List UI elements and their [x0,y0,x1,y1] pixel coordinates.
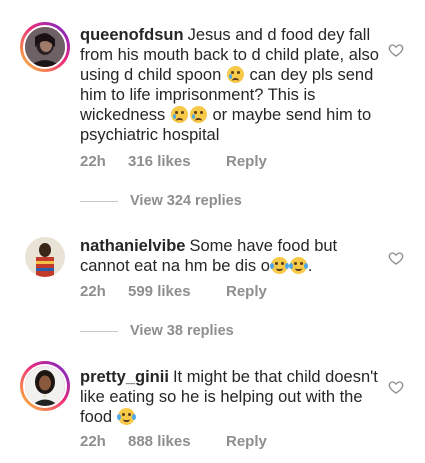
comment-meta: 22h 316 likes Reply [80,153,267,170]
crying-face-emoji [170,106,188,123]
crying-face-emoji [226,66,244,83]
view-replies-button[interactable]: View 324 replies [80,193,242,209]
avatar-photo [23,364,67,408]
reply-button[interactable]: Reply [226,153,267,170]
comment-meta: 22h 888 likes Reply [80,433,267,450]
comment-likes[interactable]: 599 likes [128,283,226,300]
comments-list: queenofdsun Jesus and d food dey fall fro… [0,0,425,463]
divider [80,330,118,332]
comment-username[interactable]: queenofdsun [80,26,184,44]
divider [80,200,118,202]
avatar-photo [23,235,67,279]
face-with-tears-of-joy-emoji [288,257,308,274]
avatar[interactable] [20,361,70,411]
view-replies-label: View 324 replies [130,193,242,209]
comment-username[interactable]: nathanielvibe [80,237,185,255]
reply-button[interactable]: Reply [226,283,267,300]
like-heart-icon[interactable] [388,250,404,266]
comment-body: pretty_ginii It might be that child doesn… [80,367,385,427]
comment-time: 22h [80,283,106,300]
view-replies-label: View 38 replies [130,323,234,339]
comment-time: 22h [80,153,106,170]
avatar-photo [23,25,67,69]
view-replies-button[interactable]: View 38 replies [80,323,234,339]
comment-text: . [307,257,313,275]
comment-body: queenofdsun Jesus and d food dey fall fro… [80,25,385,145]
comment-time: 22h [80,433,106,450]
comment-likes[interactable]: 888 likes [128,433,226,450]
comment-meta: 22h 599 likes Reply [80,283,267,300]
face-with-tears-of-joy-emoji [269,257,289,274]
face-with-tears-of-joy-emoji [116,408,136,425]
avatar[interactable] [20,22,70,72]
crying-face-emoji [189,106,207,123]
like-heart-icon[interactable] [388,379,404,395]
comment-username[interactable]: pretty_ginii [80,368,169,386]
comment-body: nathanielvibe Some have food but cannot e… [80,236,385,276]
reply-button[interactable]: Reply [226,433,267,450]
comment-likes[interactable]: 316 likes [128,153,226,170]
avatar[interactable] [20,232,70,282]
like-heart-icon[interactable] [388,42,404,58]
